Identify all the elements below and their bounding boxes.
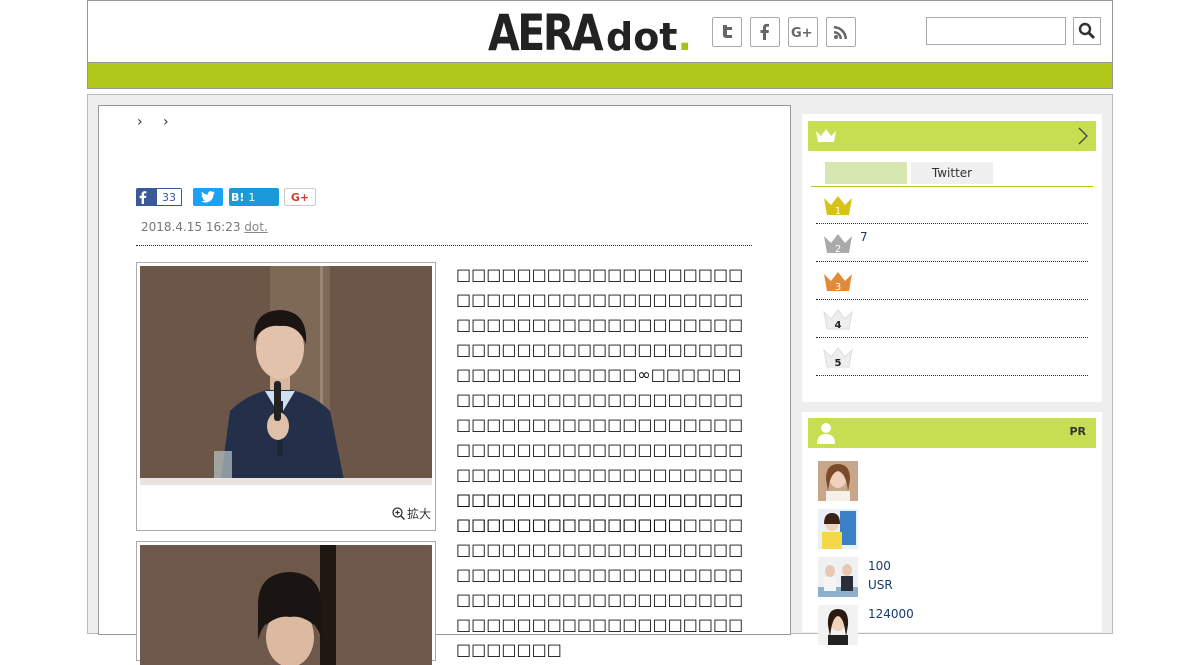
pr-thumbnail	[818, 605, 858, 645]
article-photo-2[interactable]	[140, 545, 432, 665]
article-paragraph-2: □□□□□□□□□□□□□□□□□□□□□□□□□□□□□□□□□□□□□□□□…	[456, 490, 744, 659]
ranking-tabs: Twitter	[811, 162, 1093, 187]
facebook-icon[interactable]	[750, 17, 780, 47]
tab-twitter[interactable]: Twitter	[911, 162, 993, 184]
article-source-link[interactable]: dot.	[244, 220, 267, 234]
article-photo-1[interactable]	[140, 266, 432, 485]
pr-thumbnail	[818, 461, 858, 501]
site-logo[interactable]: AERA dot.	[488, 7, 692, 59]
facebook-share-count: 33	[156, 188, 182, 206]
ranking-item[interactable]: 5	[816, 338, 1088, 376]
hatena-count: 1	[248, 190, 256, 204]
chevron-right-icon	[1078, 127, 1088, 145]
page: AERA dot. G+ › › 33 B! 1 G+ 2018.4.15 16…	[87, 0, 1113, 665]
zoom-link[interactable]: 拡大	[392, 505, 431, 522]
crown-gold-icon: 1	[824, 196, 852, 216]
pr-thumbnail	[818, 557, 858, 597]
twitter-icon[interactable]	[712, 17, 742, 47]
crown-icon	[816, 129, 836, 142]
article-meta: 2018.4.15 16:23 dot.	[141, 220, 268, 234]
svg-text:2: 2	[835, 244, 841, 254]
crown-silver-icon: 2	[824, 234, 852, 254]
logo-dot-text: dot.	[606, 15, 692, 59]
google-plus-icon[interactable]: G+	[788, 17, 818, 47]
site-header: AERA dot. G+	[87, 0, 1113, 63]
search-icon	[1078, 22, 1096, 40]
hatena-label: B!	[231, 190, 245, 204]
svg-text:G+: G+	[791, 26, 813, 40]
crown-icon: 4	[823, 309, 853, 330]
pr-header-bar: PR	[808, 418, 1096, 448]
article-figure-1: 拡大	[136, 262, 436, 531]
article-date: 2018.4.15 16:23	[141, 220, 241, 234]
zoom-icon	[392, 507, 405, 520]
ranking-item-title: 7	[860, 230, 868, 244]
pr-item[interactable]: 100 USR	[818, 557, 1078, 599]
ranking-item[interactable]: 1	[816, 186, 1088, 224]
pr-widget: PR 100 USR 124000	[802, 412, 1102, 645]
article-figure-2	[136, 541, 436, 665]
breadcrumb[interactable]: › ›	[137, 114, 177, 130]
twitter-share-button[interactable]	[193, 188, 223, 206]
svg-text:5: 5	[835, 358, 842, 368]
hatena-bookmark-button[interactable]: B! 1	[229, 188, 279, 206]
google-plus-share-button[interactable]: G+	[284, 188, 316, 206]
ranking-item[interactable]: 2 7	[816, 224, 1088, 262]
tab-ranking[interactable]	[825, 162, 907, 184]
search-input[interactable]	[926, 17, 1066, 45]
zoom-label: 拡大	[406, 507, 431, 521]
pr-label: PR	[1069, 425, 1086, 438]
ranking-widget: Twitter 1 2 7 3 4 5	[802, 114, 1102, 402]
pr-thumbnail	[818, 509, 858, 549]
facebook-share-button[interactable]: 33	[136, 188, 182, 206]
svg-text:1: 1	[835, 206, 841, 216]
global-nav-bar	[87, 62, 1113, 89]
pr-item[interactable]: 124000	[818, 605, 1078, 647]
pr-item[interactable]	[818, 509, 1078, 551]
crown-icon: 5	[823, 347, 853, 368]
divider	[136, 245, 752, 246]
ranking-header-bar[interactable]	[808, 121, 1096, 151]
rss-icon[interactable]	[826, 17, 856, 47]
search-button[interactable]	[1073, 17, 1101, 45]
pr-text: 124000	[868, 607, 914, 621]
ranking-item[interactable]: 3	[816, 262, 1088, 300]
crown-bronze-icon: 3	[824, 272, 852, 292]
svg-text:4: 4	[835, 320, 842, 330]
twitter-bird-icon	[201, 191, 215, 203]
pr-item[interactable]	[818, 461, 1078, 503]
pr-text: 100 USR	[868, 559, 893, 592]
facebook-icon	[139, 191, 147, 204]
logo-aera-text: AERA	[488, 4, 604, 62]
article-panel: › › 33 B! 1 G+ 2018.4.15 16:23 dot. 拡大 □…	[98, 105, 791, 665]
person-icon	[817, 423, 835, 444]
svg-text:3: 3	[835, 282, 841, 292]
ranking-item[interactable]: 4	[816, 300, 1088, 338]
